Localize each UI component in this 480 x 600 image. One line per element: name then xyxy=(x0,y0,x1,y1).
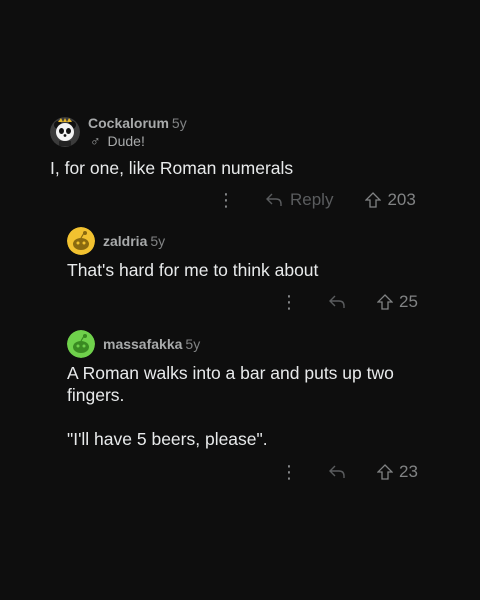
comment-meta: massafakka 5y xyxy=(103,336,200,352)
vote-count: 23 xyxy=(399,462,418,481)
comment-actions: ⋮ 25 xyxy=(279,290,418,314)
user-flair: ♂ Dude! xyxy=(90,133,145,149)
username[interactable]: massafakka xyxy=(103,336,182,352)
reply-label: Reply xyxy=(290,190,334,209)
comment-body: A Roman walks into a bar and puts up two… xyxy=(67,362,427,450)
male-symbol-icon: ♂ xyxy=(90,133,101,149)
comment-actions: ⋮ 23 xyxy=(279,460,418,484)
panda-avatar-icon[interactable] xyxy=(50,117,80,147)
reply-button[interactable] xyxy=(329,465,353,479)
upvote-arrow-icon xyxy=(377,294,393,310)
reply-button[interactable] xyxy=(329,295,353,309)
comment-actions: ⋮ Reply 203 xyxy=(216,188,416,212)
more-options-icon[interactable]: ⋮ xyxy=(279,462,299,483)
upvote-arrow-icon xyxy=(365,192,382,208)
comment-paragraph: "I'll have 5 beers, please". xyxy=(67,429,268,449)
reply-arrow-icon xyxy=(329,465,345,478)
upvote-arrow-icon xyxy=(377,464,393,480)
vote-count: 25 xyxy=(399,292,418,311)
more-options-icon[interactable]: ⋮ xyxy=(279,292,299,313)
upvote-button[interactable]: 23 xyxy=(377,462,418,482)
comment-body: I, for one, like Roman numerals xyxy=(50,157,450,179)
upvote-button[interactable]: 25 xyxy=(377,292,418,312)
username[interactable]: zaldria xyxy=(103,233,147,249)
comment-age: 5y xyxy=(171,115,187,131)
comment-age: 5y xyxy=(185,336,201,352)
comment-paragraph: That's hard for me to think about xyxy=(67,260,319,280)
comment-meta: Cockalorum 5y xyxy=(88,115,187,131)
reply-arrow-icon xyxy=(329,295,345,308)
yellow-snoo-avatar-icon[interactable] xyxy=(67,227,95,255)
comment-age: 5y xyxy=(150,233,166,249)
vote-count: 203 xyxy=(387,190,416,209)
green-snoo-avatar-icon[interactable] xyxy=(67,330,95,358)
reply-button[interactable]: Reply xyxy=(266,190,333,210)
more-options-icon[interactable]: ⋮ xyxy=(216,190,236,211)
reply-arrow-icon xyxy=(266,193,282,206)
upvote-button[interactable]: 203 xyxy=(365,190,416,210)
comment-paragraph: I, for one, like Roman numerals xyxy=(50,158,294,178)
comment-body: That's hard for me to think about xyxy=(67,259,447,281)
username[interactable]: Cockalorum xyxy=(88,115,169,131)
comment-meta: zaldria 5y xyxy=(103,233,165,249)
flair-text: Dude! xyxy=(107,133,145,149)
comment-paragraph: A Roman walks into a bar and puts up two… xyxy=(67,363,394,405)
